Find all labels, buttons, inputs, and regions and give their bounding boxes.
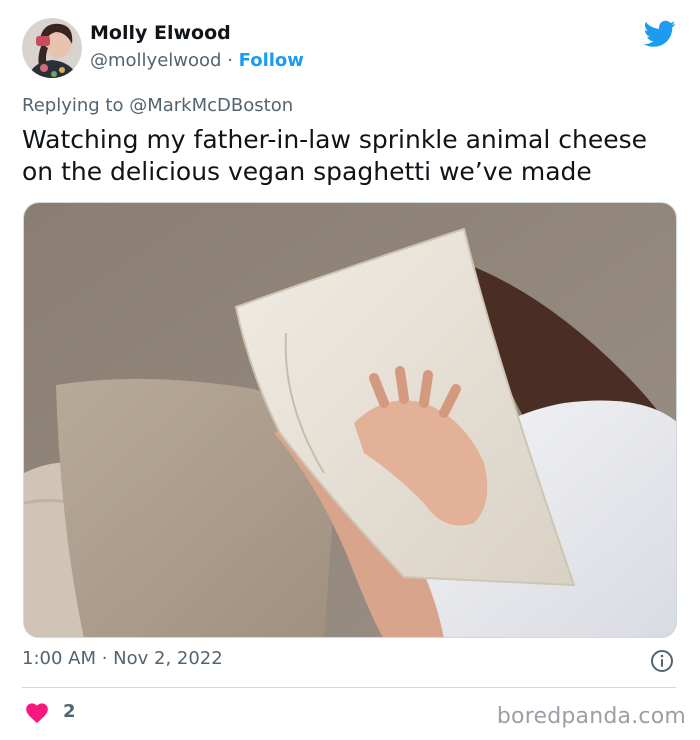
follow-button[interactable]: Follow [239, 50, 304, 71]
tweet-text: Watching my father-in-law sprinkle anima… [22, 125, 647, 186]
author-name[interactable]: Molly Elwood [90, 22, 231, 44]
tweet-photo[interactable] [23, 202, 677, 638]
tweet-timestamp[interactable]: 1:00 AM · Nov 2, 2022 [22, 648, 223, 669]
reply-mention-link[interactable]: @MarkMcDBoston [129, 95, 293, 116]
reply-context: Replying to @MarkMcDBoston [22, 95, 293, 116]
avatar[interactable] [22, 18, 82, 78]
author-handle[interactable]: @mollyelwood [90, 50, 221, 71]
handle-separator: · [227, 50, 233, 71]
tweet-header: Molly Elwood @mollyelwood · Follow [22, 16, 680, 82]
divider [22, 687, 676, 688]
like-count[interactable]: 2 [63, 701, 76, 722]
author-handle-line: @mollyelwood · Follow [90, 50, 304, 71]
info-icon[interactable] [650, 649, 674, 673]
reply-prefix: Replying to [22, 95, 124, 116]
twitter-bird-icon[interactable] [644, 20, 676, 48]
heart-icon[interactable] [24, 700, 50, 724]
watermark: boredpanda.com [496, 704, 686, 729]
